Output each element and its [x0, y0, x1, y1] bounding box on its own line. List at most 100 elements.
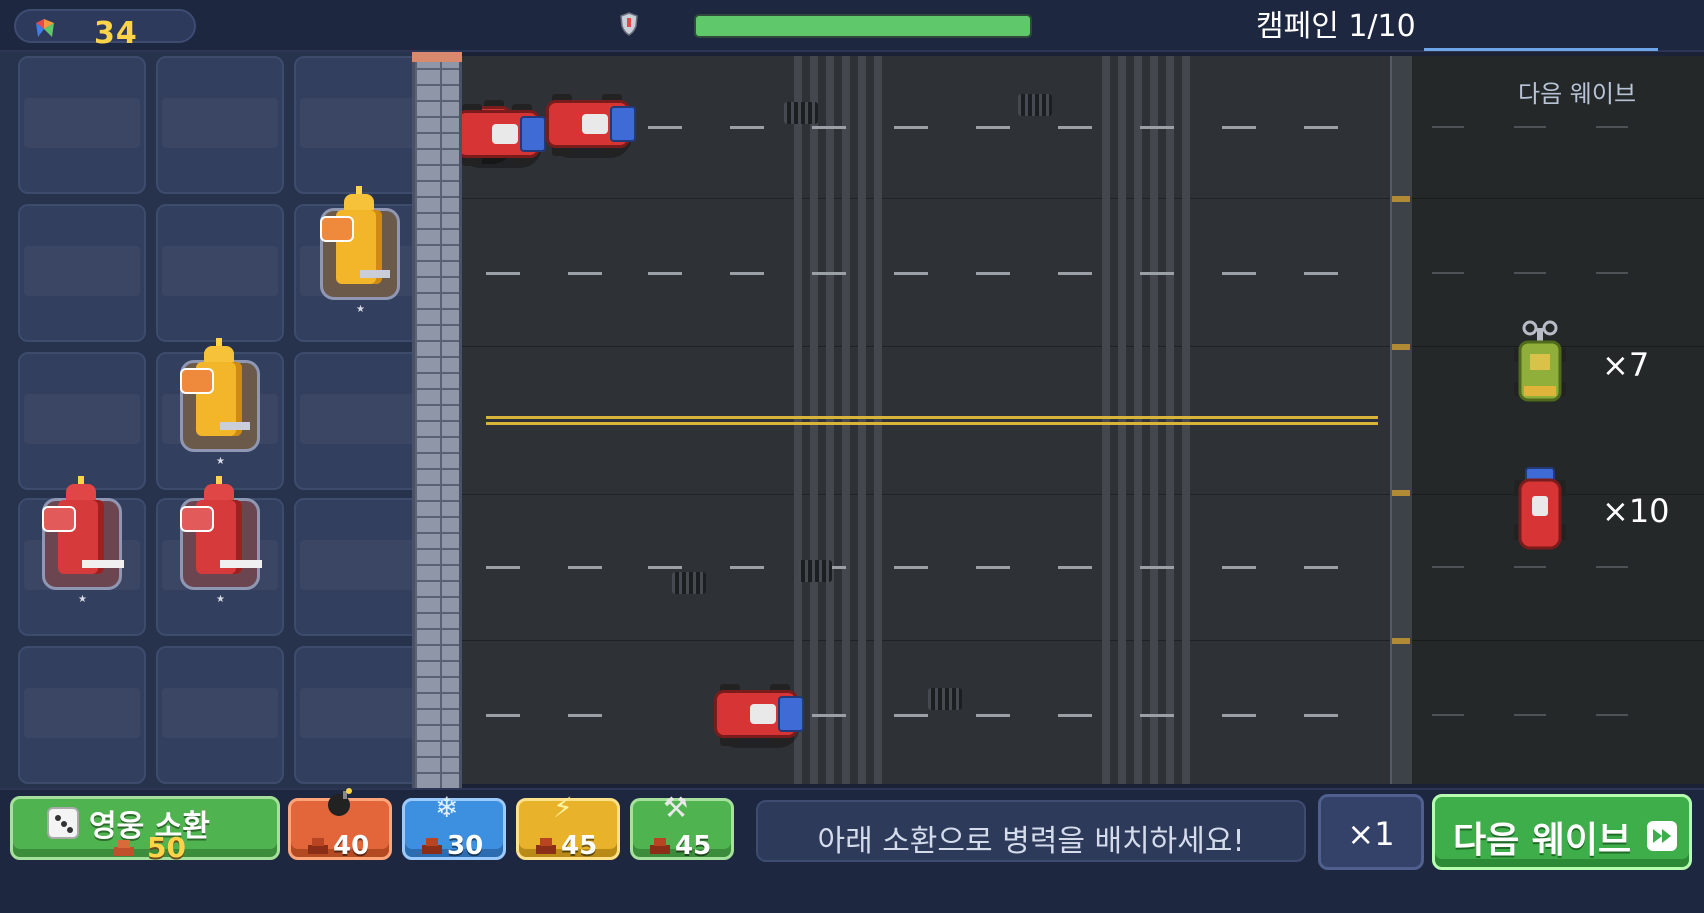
lane-dash: [812, 272, 846, 275]
road-battlefield: [462, 56, 1390, 784]
lane-dash: [976, 566, 1010, 569]
lane-dash: [1140, 566, 1174, 569]
lane-dash: [812, 126, 846, 129]
base-health-bar: [694, 14, 1032, 38]
drain-grate: [928, 688, 962, 710]
lane-dash: [1596, 566, 1628, 568]
lane-dash: [730, 272, 764, 275]
lane-dash: [730, 126, 764, 129]
star-icon: ★: [78, 594, 87, 605]
lane-dash: [1304, 566, 1338, 569]
lane-dash: [976, 126, 1010, 129]
lane-divider: [462, 198, 1390, 199]
lane-dash: [1140, 272, 1174, 275]
grid-tile[interactable]: [18, 204, 146, 342]
shield-icon: [620, 12, 638, 36]
enemy-count: ×7: [1602, 346, 1650, 384]
deployment-grid: ★ ★ ★ ★: [0, 52, 422, 792]
lane-dash: [1432, 272, 1464, 274]
brick-icon: [536, 838, 556, 854]
gem-cluster-icon: [36, 19, 54, 37]
grid-tile[interactable]: [18, 56, 146, 194]
wall-cap: [412, 52, 462, 62]
rocket-hero-unit[interactable]: ★: [180, 338, 270, 468]
enemy-race-car[interactable]: [462, 104, 550, 174]
lane-dash: [812, 714, 846, 717]
freeze-skill-button[interactable]: ❄ 30: [402, 791, 506, 861]
enemy-race-car[interactable]: [708, 684, 808, 754]
sword-icon: [220, 560, 262, 568]
grid-tile[interactable]: [156, 204, 284, 342]
coin-count: 34: [94, 16, 138, 51]
lane-dash: [1514, 566, 1546, 568]
grid-tile[interactable]: [294, 646, 422, 784]
grid-tile[interactable]: [156, 56, 284, 194]
next-wave-title: 다음 웨이브: [1518, 80, 1637, 108]
lightning-icon: ⚡: [553, 791, 573, 824]
crossed-swords-icon: [180, 506, 214, 532]
grid-tile[interactable]: [18, 352, 146, 490]
next-wave-label: 다음 웨이브: [1453, 820, 1632, 861]
summon-hero-button[interactable]: 영웅 소환 50: [10, 796, 280, 864]
hammer-wrench-icon: ⚒: [663, 791, 689, 824]
sword-hero-unit[interactable]: ★: [42, 476, 132, 610]
star-icon: ★: [356, 304, 365, 315]
lane-dash: [1222, 126, 1256, 129]
next-wave-panel: 다음 웨이브 ×7 ×10: [1412, 56, 1704, 784]
lane-dash: [976, 714, 1010, 717]
skill-cost: 45: [675, 831, 712, 861]
rocket-hero-unit[interactable]: ★: [320, 186, 410, 316]
rocket-icon: [320, 216, 354, 242]
lane-dash: [894, 272, 928, 275]
lane-divider: [462, 346, 1390, 347]
campaign-progress: 캠페인 1/10: [1256, 9, 1416, 44]
lane-dash: [1304, 126, 1338, 129]
lane-dash: [568, 272, 602, 275]
base-health-fill: [696, 16, 1030, 36]
lane-dash: [1140, 126, 1174, 129]
grid-tile[interactable]: [18, 646, 146, 784]
lane-dash: [1596, 714, 1628, 716]
sword-hero-unit[interactable]: ★: [180, 476, 270, 610]
brick-icon: [422, 838, 442, 854]
lane-dash: [894, 126, 928, 129]
fast-forward-icon: [1647, 821, 1677, 851]
speed-toggle-button[interactable]: ×1: [1318, 794, 1424, 870]
coin-counter: 34: [14, 9, 196, 51]
lane-dash: [568, 714, 602, 717]
lane-divider: [462, 640, 1390, 641]
launcher-icon: [360, 270, 390, 278]
lane-dash: [1058, 272, 1092, 275]
red-race-car-icon: [1514, 467, 1566, 550]
repair-skill-button[interactable]: ⚒ 45: [630, 791, 734, 861]
crosswalk: [1102, 56, 1197, 784]
car-cockpit: [750, 704, 776, 724]
lightning-skill-button[interactable]: ⚡ 45: [516, 791, 620, 861]
grid-tile[interactable]: [294, 498, 422, 636]
lane-dash: [1432, 714, 1464, 716]
road-curb: [1390, 56, 1412, 784]
grid-tile[interactable]: [294, 56, 422, 194]
car-cockpit: [492, 124, 518, 144]
bomb-skill-button[interactable]: 40: [288, 788, 392, 861]
curb-marker: [1392, 490, 1410, 496]
top-bar: 34 캠페인 1/10: [0, 0, 1704, 52]
grid-tile[interactable]: [294, 352, 422, 490]
lane-dash: [1596, 272, 1628, 274]
lane-dash: [1432, 126, 1464, 128]
car-front: [610, 106, 636, 142]
lane-dash: [648, 126, 682, 129]
skill-cost: 40: [333, 831, 370, 861]
sword-icon: [82, 560, 124, 568]
hint-message: 아래 소환으로 병력을 배치하세요!: [756, 800, 1306, 862]
lane-divider: [1412, 640, 1704, 641]
enemy-race-car[interactable]: [540, 94, 640, 164]
brick-wall: [412, 52, 462, 792]
car-front: [778, 696, 804, 732]
lane-dash: [1432, 566, 1464, 568]
lane-dash: [730, 566, 764, 569]
star-icon: ★: [216, 456, 225, 467]
center-line: [486, 422, 1378, 425]
next-wave-button[interactable]: 다음 웨이브: [1432, 794, 1692, 870]
grid-tile[interactable]: [156, 646, 284, 784]
